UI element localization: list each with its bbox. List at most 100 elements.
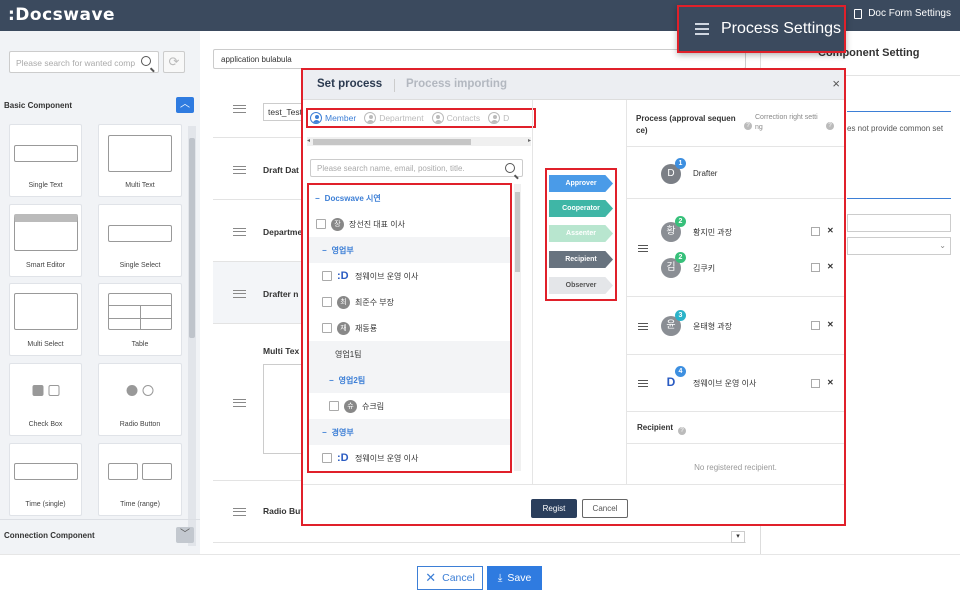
subtab-contacts[interactable]: Contacts xyxy=(431,112,480,124)
drag-handle-icon[interactable] xyxy=(233,105,246,113)
regist-button[interactable]: Regist xyxy=(531,499,577,518)
doc-form-settings-link[interactable]: Doc Form Settings xyxy=(854,8,951,19)
setting-input[interactable] xyxy=(847,214,951,232)
correction-checkbox[interactable] xyxy=(811,227,820,236)
role-recipient-button[interactable]: Recipient xyxy=(549,251,613,268)
docswave-logo-avatar: :D xyxy=(337,452,349,464)
help-icon[interactable]: ? xyxy=(678,423,686,435)
search-icon[interactable] xyxy=(505,163,515,173)
checkbox[interactable] xyxy=(329,401,339,411)
process-step-2[interactable]: 황 2 황지민 과장 ✕ 김 2 김쿠키 ✕ xyxy=(627,198,844,296)
component-table[interactable]: Table xyxy=(98,283,182,356)
remove-icon[interactable]: ✕ xyxy=(827,320,834,329)
cancel-button[interactable]: ✕ Cancel xyxy=(417,566,483,590)
checkbox[interactable] xyxy=(322,323,332,333)
tree-group[interactable]: − 경영부 xyxy=(309,419,510,445)
avatar: 슈 xyxy=(344,399,357,413)
checkbox[interactable] xyxy=(322,297,332,307)
common-setting-note: es not provide common set xyxy=(847,124,944,133)
collapse-basic-button[interactable]: ︿ xyxy=(176,97,194,113)
tree-scrollbar[interactable] xyxy=(514,184,521,471)
drag-handle-icon[interactable] xyxy=(233,399,246,407)
drag-handle-icon[interactable] xyxy=(233,508,246,516)
drag-handle-icon[interactable] xyxy=(233,228,246,236)
list-icon xyxy=(695,23,709,35)
role-approver-button[interactable]: Approver xyxy=(549,175,613,192)
process-settings-button[interactable]: Process Settings xyxy=(677,5,846,53)
component-smart-editor[interactable]: Smart Editor xyxy=(9,204,82,277)
step-badge: 2 xyxy=(675,252,686,263)
component-check-box[interactable]: Check Box xyxy=(9,363,82,436)
subtab-member[interactable]: Member xyxy=(310,112,356,124)
checkbox[interactable] xyxy=(316,219,326,229)
component-radio-button[interactable]: Radio Button xyxy=(98,363,182,436)
subtab-scrollbar[interactable]: ◂ ▸ xyxy=(307,137,531,146)
role-assenter-button[interactable]: Assenter xyxy=(549,225,613,242)
checkbox[interactable] xyxy=(322,271,332,281)
component-panel: Please search for wanted comp ⟳ Basic Co… xyxy=(0,31,200,554)
organization-tree: − Docswave 시연 장 장선진 대표 이사 − 영업부 :D 정웨이브 운영 이… xyxy=(307,183,512,473)
component-single-select[interactable]: Single Select xyxy=(98,204,182,277)
download-icon: ⤓ xyxy=(497,571,503,584)
remove-icon[interactable]: ✕ xyxy=(827,262,834,271)
subtab-department[interactable]: Department xyxy=(364,112,424,124)
drag-handle-icon[interactable] xyxy=(233,166,246,174)
chevron-down-icon[interactable]: ▾ xyxy=(731,531,745,543)
remove-icon[interactable]: ✕ xyxy=(827,378,834,387)
tree-team[interactable]: 영업1팀 xyxy=(309,341,510,367)
process-step-3[interactable]: 윤 3 윤태형 과장 ✕ xyxy=(627,296,844,354)
component-time-range[interactable]: Time (range) xyxy=(98,443,182,516)
subtab-d[interactable]: D xyxy=(488,112,509,124)
help-icon[interactable]: ? xyxy=(826,118,834,130)
correction-checkbox[interactable] xyxy=(811,379,820,388)
close-icon: ✕ xyxy=(425,570,437,585)
role-observer-button[interactable]: Observer xyxy=(549,277,613,294)
tree-group[interactable]: − 영업2팀 xyxy=(309,367,510,393)
help-icon[interactable]: ? xyxy=(744,118,752,130)
tree-member[interactable]: :D 정웨이브 운영 이사 xyxy=(309,445,510,471)
correction-checkbox[interactable] xyxy=(811,321,820,330)
docswave-logo[interactable]: :Docswave xyxy=(8,5,115,25)
person-icon xyxy=(488,112,501,124)
avatar: 재 xyxy=(337,321,350,335)
member-search-input[interactable]: Please search name, email, position, tit… xyxy=(310,159,523,177)
recipient-header: Recipient ? xyxy=(627,411,844,443)
tree-group[interactable]: − 영업부 xyxy=(309,237,510,263)
setting-select[interactable]: ⌄ xyxy=(847,237,951,255)
expand-connection-button[interactable]: ﹀ xyxy=(176,527,194,543)
refresh-button[interactable]: ⟳ xyxy=(163,51,185,73)
avatar: 장 xyxy=(331,217,344,231)
drag-handle-icon[interactable] xyxy=(638,323,648,330)
checkbox[interactable] xyxy=(322,453,332,463)
component-single-text[interactable]: Single Text xyxy=(9,124,82,197)
component-scrollbar[interactable] xyxy=(188,126,196,546)
correction-checkbox[interactable] xyxy=(811,263,820,272)
role-buttons: Approver Cooperator Assenter Recipient O… xyxy=(545,168,617,301)
tree-member[interactable]: 슈 슈크림 xyxy=(309,393,510,419)
search-icon[interactable] xyxy=(141,56,151,66)
drag-handle-icon[interactable] xyxy=(233,290,246,298)
remove-icon[interactable]: ✕ xyxy=(827,226,834,235)
drag-handle-icon[interactable] xyxy=(638,245,648,252)
tree-member[interactable]: 재 재동룡 xyxy=(309,315,510,341)
tab-process-importing[interactable]: Process importing xyxy=(406,78,507,90)
process-step-drafter: D 1 Drafter xyxy=(627,146,844,198)
process-settings-label: Process Settings xyxy=(721,20,842,37)
component-multi-select[interactable]: Multi Select xyxy=(9,283,82,356)
modal-cancel-button[interactable]: Cancel xyxy=(582,499,628,518)
step-badge: 2 xyxy=(675,216,686,227)
component-time-single[interactable]: Time (single) xyxy=(9,443,82,516)
application-name-field[interactable]: application bulabula xyxy=(213,49,746,69)
tree-member[interactable]: :D 정웨이브 운영 이사 xyxy=(309,263,510,289)
component-search-input[interactable]: Please search for wanted comp xyxy=(9,51,159,73)
tree-member[interactable]: 최 최준수 부장 xyxy=(309,289,510,315)
role-cooperator-button[interactable]: Cooperator xyxy=(549,200,613,217)
tab-set-process[interactable]: Set process xyxy=(317,78,382,90)
tree-member[interactable]: 장 장선진 대표 이사 xyxy=(309,211,510,237)
drag-handle-icon[interactable] xyxy=(638,380,648,387)
tree-group[interactable]: − Docswave 시연 xyxy=(309,185,510,211)
close-icon[interactable]: × xyxy=(832,76,840,91)
process-step-4[interactable]: D 4 정웨이브 운영 이사 ✕ xyxy=(627,354,844,411)
save-button[interactable]: ⤓ Save xyxy=(487,566,542,590)
component-multi-text[interactable]: Multi Text xyxy=(98,124,182,197)
